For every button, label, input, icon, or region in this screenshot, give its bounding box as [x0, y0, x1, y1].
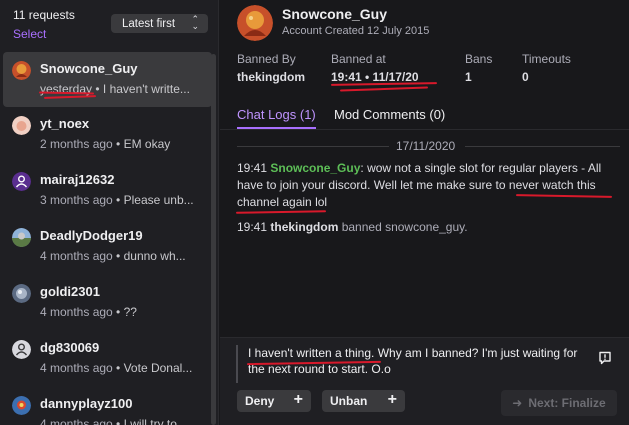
request-meta: 4 months ago • I will try to ... [40, 417, 206, 425]
avatar [12, 61, 31, 80]
chat-moderation-event: 19:41 thekingdom banned snowcone_guy. [237, 220, 468, 234]
request-preview: ?? [123, 305, 137, 319]
request-preview: I haven't writte... [102, 82, 190, 96]
avatar [12, 116, 31, 135]
request-item-dg830069[interactable]: dg830069 4 months ago • Vote Donal... [3, 331, 212, 387]
profile-username: Snowcone_Guy [282, 6, 388, 22]
request-list: Snowcone_Guy yesterday • I haven't writt… [0, 52, 212, 425]
chat-username[interactable]: Snowcone_Guy [270, 161, 360, 175]
request-time: 4 months ago [40, 417, 113, 425]
request-item-goldi2301[interactable]: goldi2301 4 months ago • ?? [3, 275, 212, 331]
stat-value: 1 [465, 70, 472, 84]
request-meta: 3 months ago • Please unb... [40, 193, 194, 207]
request-list-panel: 11 requests Select Latest first ⌃ ⌄ Snowc… [0, 0, 219, 425]
finalize-label: Next: Finalize [528, 396, 606, 410]
plus-icon: + [387, 391, 397, 408]
request-preview: Please unb... [123, 193, 194, 207]
request-item-mairaj12632[interactable]: mairaj12632 3 months ago • Please unb... [3, 163, 212, 219]
divider [465, 146, 620, 147]
unban-request-footer: I haven't written a thing. Why am I bann… [220, 337, 629, 425]
date-separator: 17/11/2020 [220, 139, 629, 153]
arrow-right-icon: ➜ [512, 396, 523, 410]
stat-banned-at: Banned at 19:41 • 11/17/20 [331, 52, 419, 84]
chat-message: 19:41 Snowcone_Guy: wow not a single slo… [237, 160, 619, 211]
request-preview: EM okay [123, 137, 171, 151]
account-created: Account Created 12 July 2015 [282, 25, 430, 37]
tab-divider [220, 129, 629, 130]
sort-label: Latest first [122, 17, 176, 30]
avatar [12, 228, 31, 247]
select-link[interactable]: Select [13, 27, 46, 41]
request-username: goldi2301 [40, 284, 100, 299]
tab-mod-comments[interactable]: Mod Comments (0) [334, 107, 445, 122]
request-item-yt-noex[interactable]: yt_noex 2 months ago • EM okay [3, 107, 212, 163]
request-count: 11 requests [13, 8, 75, 22]
chat-event-text: banned snowcone_guy. [338, 220, 468, 234]
stat-value: thekingdom [237, 70, 305, 84]
chat-date: 17/11/2020 [396, 139, 456, 153]
request-username: yt_noex [40, 116, 90, 131]
avatar [12, 396, 31, 415]
deny-label: Deny [245, 394, 275, 408]
request-time: 4 months ago [40, 361, 113, 375]
request-item-deadlydodger19[interactable]: DeadlyDodger19 4 months ago • dunno wh..… [3, 219, 212, 275]
request-time: 3 months ago [40, 193, 113, 207]
request-preview: Vote Donal... [123, 361, 193, 375]
divider [237, 146, 389, 147]
chat-timestamp: 19:41 [237, 220, 268, 234]
next-finalize-button[interactable]: ➜ Next: Finalize [501, 390, 617, 416]
plus-icon: + [293, 391, 303, 408]
profile-avatar [237, 5, 273, 41]
unban-label: Unban [330, 394, 368, 408]
request-item-dannyplayz100[interactable]: dannyplayz100 4 months ago • I will try … [3, 387, 212, 425]
request-username: mairaj12632 [40, 172, 115, 187]
request-preview: I will try to ... [123, 417, 191, 425]
request-username: Snowcone_Guy [40, 61, 138, 76]
report-icon[interactable] [598, 351, 612, 365]
request-meta: 4 months ago • Vote Donal... [40, 361, 193, 375]
default-avatar-icon [12, 172, 31, 191]
request-message-text: I haven't written a thing. Why am I bann… [248, 346, 578, 376]
request-username: dg830069 [40, 340, 100, 355]
unban-button[interactable]: Unban + [322, 390, 405, 412]
deny-button[interactable]: Deny + [237, 390, 311, 412]
request-time: 4 months ago [40, 305, 113, 319]
request-username: dannyplayz100 [40, 396, 133, 411]
list-scrollbar[interactable] [211, 54, 216, 425]
request-time: 4 months ago [40, 249, 113, 263]
chat-timestamp: 19:41 [237, 161, 268, 175]
request-preview: dunno wh... [123, 249, 186, 263]
request-meta: 4 months ago • dunno wh... [40, 249, 186, 263]
stat-bans: Bans 1 [465, 52, 492, 84]
request-username: DeadlyDodger19 [40, 228, 143, 243]
request-meta: 4 months ago • ?? [40, 305, 137, 319]
avatar [12, 284, 31, 303]
stat-value: 0 [522, 70, 529, 84]
request-item-snowcone-guy[interactable]: Snowcone_Guy yesterday • I haven't writt… [3, 52, 212, 107]
default-avatar-icon [12, 340, 31, 359]
stat-timeouts: Timeouts 0 [522, 52, 571, 84]
sort-chevron-icon: ⌃ ⌄ [191, 14, 199, 31]
stat-banned-by: Banned By thekingdom [237, 52, 305, 84]
tab-chat-logs[interactable]: Chat Logs (1) [237, 107, 316, 129]
stat-label: Bans [465, 52, 493, 66]
stat-label: Banned By [237, 52, 296, 66]
stat-label: Banned at [331, 52, 386, 66]
moderator-username[interactable]: thekingdom [270, 220, 338, 234]
stat-label: Timeouts [522, 52, 571, 66]
request-time: 2 months ago [40, 137, 113, 151]
sort-dropdown[interactable]: Latest first ⌃ ⌄ [111, 14, 208, 33]
request-meta: 2 months ago • EM okay [40, 137, 171, 151]
